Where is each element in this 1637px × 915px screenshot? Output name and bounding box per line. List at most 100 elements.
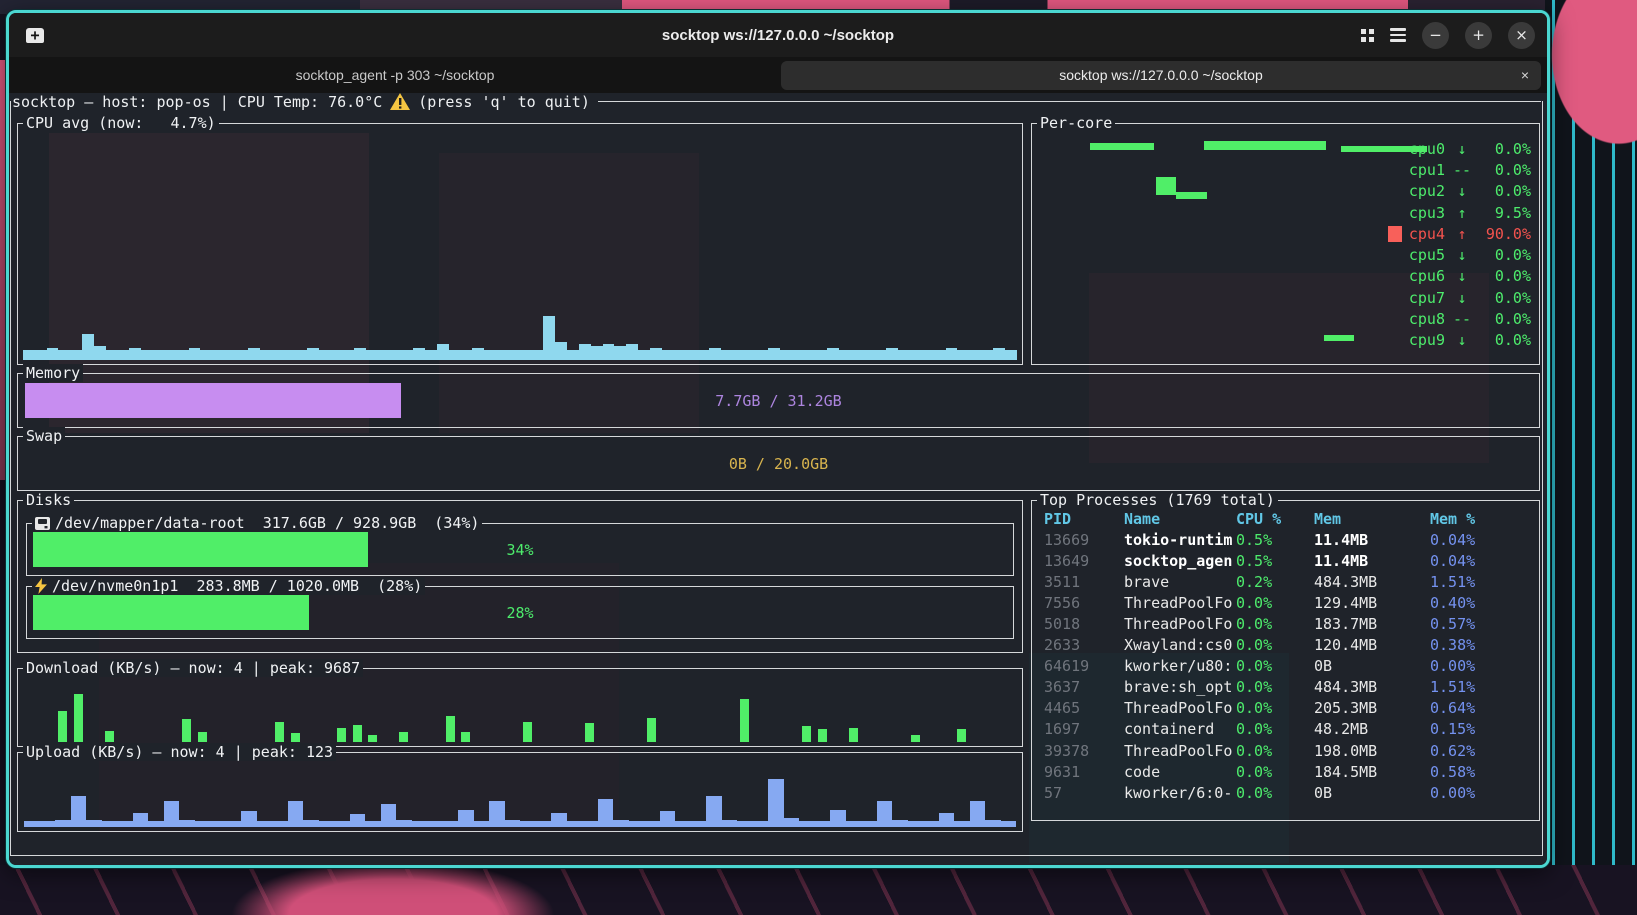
terminal-window: socktop ws://127.0.0.0 ~/socktop + − + ×… [6, 10, 1550, 868]
chart-bar [768, 770, 784, 827]
chart-bar [226, 685, 242, 742]
chart-bar [427, 685, 443, 742]
tab-label: socktop_agent -p 303 ~/socktop [296, 67, 495, 83]
chart-bar [24, 770, 40, 827]
window-title: socktop ws://127.0.0.0 ~/socktop [9, 27, 1547, 44]
chart-bar [551, 685, 567, 742]
core-history-segment [1176, 192, 1206, 199]
chart-bar [520, 770, 536, 827]
maximize-button[interactable]: + [1465, 22, 1492, 49]
download-chart [24, 685, 1016, 742]
core-block-spacer [1388, 183, 1402, 199]
close-button[interactable]: × [1508, 22, 1535, 49]
process-col-header: PID [1044, 510, 1124, 528]
chart-bar [685, 160, 697, 360]
chart-bar [303, 770, 319, 827]
chart-bar [381, 770, 397, 827]
chart-bar [86, 685, 102, 742]
chart-bar [102, 685, 118, 742]
core-block-spacer [1388, 141, 1402, 157]
chart-bar [923, 770, 939, 827]
chart-bar [851, 160, 863, 360]
chart-bar [427, 770, 443, 827]
chart-bar [650, 160, 662, 360]
chart-bar [830, 770, 846, 827]
chart-bar [40, 770, 56, 827]
core-trend-icon: ↓ [1452, 267, 1472, 285]
memory-gauge-label: 7.7GB / 31.2GB [18, 392, 1539, 410]
chart-bar [319, 685, 335, 742]
chart-bar [117, 770, 133, 827]
core-trend-icon: -- [1452, 310, 1472, 328]
chart-bar [614, 160, 626, 360]
tui-header-rule [598, 101, 1541, 102]
core-row-cpu6: cpu6↓0.0% [1388, 266, 1531, 287]
chart-bar [195, 770, 211, 827]
wallpaper-bottom [0, 865, 1637, 915]
menu-icon[interactable] [1390, 28, 1406, 42]
upload-panel: Upload (KB/s) — now: 4 | peak: 123 [17, 752, 1023, 832]
chart-bar [505, 685, 521, 742]
tab-label: socktop ws://127.0.0.0 ~/socktop [1059, 67, 1263, 83]
chart-bar [354, 160, 366, 360]
process-row: 3511brave0.2%484.3MB1.51% [1033, 571, 1538, 592]
chart-bar [295, 160, 307, 360]
process-table: PIDNameCPU %MemMem % 13669tokio-runtim0.… [1033, 508, 1538, 803]
chart-bar [412, 685, 428, 742]
chart-bar [241, 770, 257, 827]
chart-bar [378, 160, 390, 360]
chart-bar [536, 685, 552, 742]
process-col-header: CPU % [1236, 510, 1314, 528]
chart-bar [272, 685, 288, 742]
chart-bar [164, 770, 180, 827]
disk-icon [35, 517, 50, 530]
chart-bar [164, 685, 180, 742]
chart-bar [396, 770, 412, 827]
chart-bar [644, 770, 660, 827]
chart-bar [532, 160, 544, 360]
chart-bar [691, 770, 707, 827]
tab-close-icon[interactable]: × [1521, 67, 1529, 83]
cpu-avg-title: CPU avg (now: 4.7%) [23, 114, 219, 132]
chart-bar [745, 160, 757, 360]
chart-bar [70, 160, 82, 360]
chart-bar [55, 770, 71, 827]
process-row: 7556ThreadPoolFo0.0%129.4MB0.40% [1033, 592, 1538, 613]
core-row-cpu2: cpu2↓0.0% [1388, 181, 1531, 202]
chart-bar [551, 770, 567, 827]
core-trend-icon: -- [1452, 161, 1472, 179]
chart-bar [200, 160, 212, 360]
chart-bar [626, 160, 638, 360]
chart-bar [319, 770, 335, 827]
chart-bar [443, 685, 459, 742]
core-history-segment [1090, 143, 1153, 150]
chart-bar [567, 685, 583, 742]
chart-bar [1005, 160, 1017, 360]
chart-bar [613, 770, 629, 827]
minimize-button[interactable]: − [1422, 22, 1449, 49]
tab-socktop-agent[interactable]: socktop_agent -p 303 ~/socktop [15, 61, 775, 90]
chart-bar [799, 770, 815, 827]
process-row: 4465ThreadPoolFo0.0%205.3MB0.64% [1033, 698, 1538, 719]
chart-bar [1001, 770, 1017, 827]
chart-bar [827, 160, 839, 360]
chart-bar [598, 770, 614, 827]
titlebar[interactable]: socktop ws://127.0.0.0 ~/socktop + − + × [9, 13, 1547, 57]
chart-bar [118, 160, 130, 360]
tab-socktop-client[interactable]: socktop ws://127.0.0.0 ~/socktop × [781, 61, 1541, 90]
download-panel: Download (KB/s) — now: 4 | peak: 9687 [17, 668, 1023, 747]
chart-bar [505, 770, 521, 827]
chart-bar [236, 160, 248, 360]
chart-bar [970, 685, 986, 742]
top-processes-panel: Top Processes (1769 total) PIDNameCPU %M… [1031, 500, 1540, 821]
layout-grid-icon[interactable] [1361, 29, 1374, 42]
chart-bar [102, 770, 118, 827]
upload-title: Upload (KB/s) — now: 4 | peak: 123 [23, 743, 336, 761]
process-row: 57kworker/6:0-0.0%0B0.00% [1033, 782, 1538, 803]
chart-bar [863, 160, 875, 360]
chart-bar [675, 770, 691, 827]
core-block-spacer [1388, 205, 1402, 221]
new-tab-button[interactable]: + [21, 21, 49, 49]
bolt-icon [35, 578, 47, 594]
chart-bar [721, 160, 733, 360]
